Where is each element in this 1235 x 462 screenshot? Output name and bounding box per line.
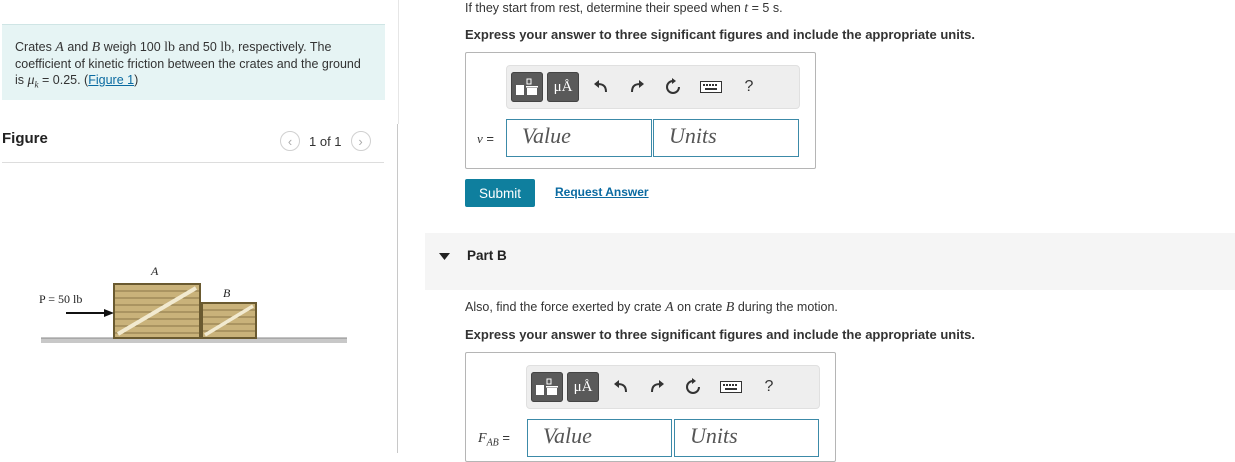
crate-a-symbol: A — [665, 300, 674, 315]
label-a: A — [150, 264, 159, 278]
keyboard-icon — [720, 381, 742, 393]
undo-icon — [594, 80, 607, 93]
reset-icon — [666, 78, 680, 94]
keyboard-icon — [700, 81, 722, 93]
answer-box-a: μÅ ? v = Value Units — [465, 52, 816, 169]
units-input-a[interactable]: Units — [653, 119, 799, 157]
templates-icon — [516, 78, 538, 95]
help-button[interactable]: ? — [731, 72, 767, 102]
question-text: on crate — [673, 300, 726, 314]
unit-lb: lb — [164, 40, 176, 55]
crates-figure: P = 50 lb A B — [39, 264, 347, 343]
crate-b — [201, 302, 257, 339]
part-b-instructions: Express your answer to three significant… — [465, 327, 975, 342]
figure-pager: ‹ 1 of 1 › — [280, 131, 371, 151]
keyboard-button[interactable] — [691, 72, 731, 102]
caret-down-icon — [439, 253, 450, 260]
crate-a-symbol: A — [55, 40, 64, 55]
question-text: during the motion. — [734, 300, 838, 314]
problem-text: weigh 100 — [100, 40, 165, 54]
help-icon: ? — [764, 378, 774, 395]
submit-button[interactable]: Submit — [465, 179, 535, 207]
templates-button[interactable] — [531, 372, 563, 402]
math-toolbar: μÅ ? — [506, 65, 800, 109]
panel-divider-top — [398, 0, 399, 124]
question-text: = 5 s. — [748, 1, 783, 15]
help-icon: ? — [744, 78, 754, 95]
part-b-title: Part B — [467, 248, 507, 263]
undo-button[interactable] — [583, 72, 619, 102]
ab-subscript: AB — [486, 437, 499, 449]
symbols-button[interactable]: μÅ — [547, 72, 579, 102]
help-button[interactable]: ? — [751, 372, 787, 402]
figure-page-count: 1 of 1 — [309, 133, 342, 149]
equals-sign: = — [498, 430, 510, 445]
part-a-question: If they start from rest, determine their… — [465, 1, 783, 17]
figure-link[interactable]: Figure 1 — [88, 73, 134, 87]
units-input-b[interactable]: Units — [674, 419, 819, 457]
templates-icon — [536, 378, 558, 395]
mu-a-icon: μÅ — [573, 378, 593, 395]
mu-symbol: μ — [27, 73, 35, 88]
prev-figure-button[interactable]: ‹ — [280, 131, 300, 151]
label-b: B — [223, 286, 231, 300]
keyboard-button[interactable] — [711, 372, 751, 402]
reset-button[interactable] — [655, 72, 691, 102]
force-label: P = 50 lb — [39, 292, 82, 306]
redo-button[interactable] — [619, 72, 655, 102]
crate-a — [113, 283, 201, 339]
value-input-b[interactable]: Value — [527, 419, 672, 457]
part-a-instructions: Express your answer to three significant… — [465, 27, 975, 42]
arrow-head-icon — [104, 309, 114, 317]
crate-b-symbol: B — [91, 40, 101, 55]
unit-lb: lb — [220, 40, 232, 55]
answer-box-b: μÅ ? FAB = Value Units — [465, 352, 836, 462]
mu-a-icon: μÅ — [553, 78, 573, 95]
reset-button[interactable] — [675, 372, 711, 402]
question-text: If they start from rest, determine their… — [465, 1, 745, 15]
symbols-button[interactable]: μÅ — [567, 372, 599, 402]
problem-text: Crates — [15, 40, 56, 54]
question-text: Also, find the force exerted by crate — [465, 300, 666, 314]
templates-button[interactable] — [511, 72, 543, 102]
problem-statement: Crates A and B weigh 100 lb and 50 lb, r… — [2, 24, 385, 100]
redo-button[interactable] — [639, 372, 675, 402]
undo-button[interactable] — [603, 372, 639, 402]
figure-divider — [2, 162, 384, 163]
value-input-a[interactable]: Value — [506, 119, 652, 157]
part-b-question: Also, find the force exerted by crate A … — [465, 300, 838, 316]
undo-icon — [614, 380, 627, 393]
problem-text: = 0.25. ( — [38, 73, 89, 87]
chevron-right-icon: › — [358, 133, 363, 149]
math-toolbar: μÅ ? — [526, 365, 820, 409]
request-answer-link[interactable]: Request Answer — [555, 185, 649, 199]
var-label-fab: FAB = — [478, 430, 510, 449]
problem-text: and 50 — [175, 40, 221, 54]
redo-icon — [631, 80, 644, 93]
equals-sign: = — [482, 131, 494, 146]
figure-title: Figure — [2, 130, 48, 147]
problem-text: ) — [134, 73, 139, 87]
redo-icon — [651, 380, 664, 393]
reset-icon — [686, 378, 700, 394]
part-b-header[interactable]: Part B — [425, 233, 1235, 290]
chevron-left-icon: ‹ — [287, 133, 293, 149]
next-figure-button[interactable]: › — [350, 131, 371, 151]
f-variable: F — [478, 431, 487, 446]
panel-divider — [397, 124, 398, 453]
problem-text: and — [63, 40, 92, 54]
var-label-v: v = — [477, 131, 494, 147]
